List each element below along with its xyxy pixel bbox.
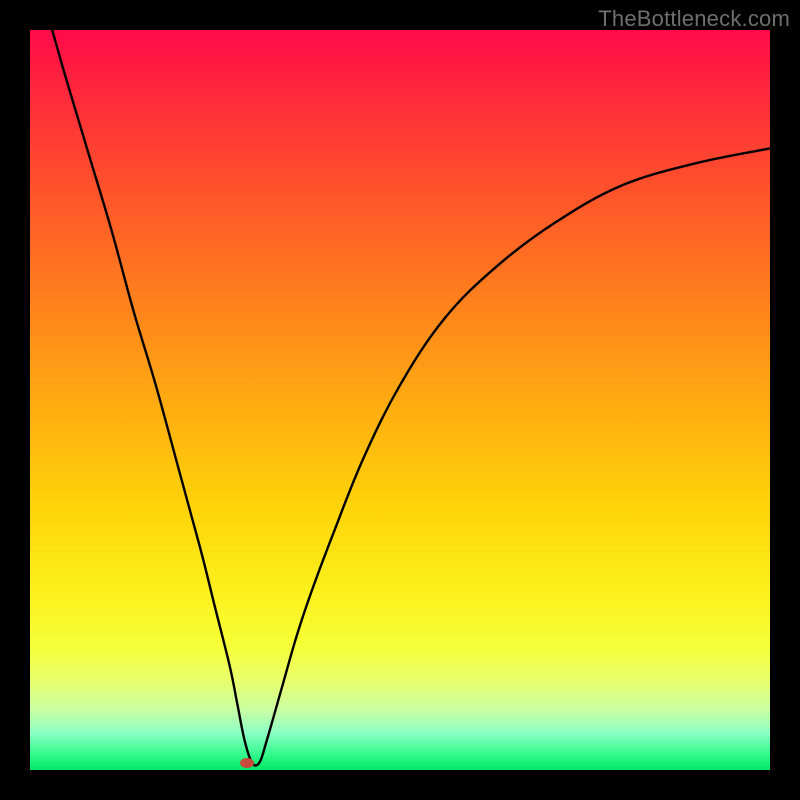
watermark-text: TheBottleneck.com [598, 6, 790, 32]
plot-area [30, 30, 770, 770]
optimal-point-marker [240, 758, 254, 768]
bottleneck-curve [30, 30, 770, 770]
chart-root: TheBottleneck.com [0, 0, 800, 800]
